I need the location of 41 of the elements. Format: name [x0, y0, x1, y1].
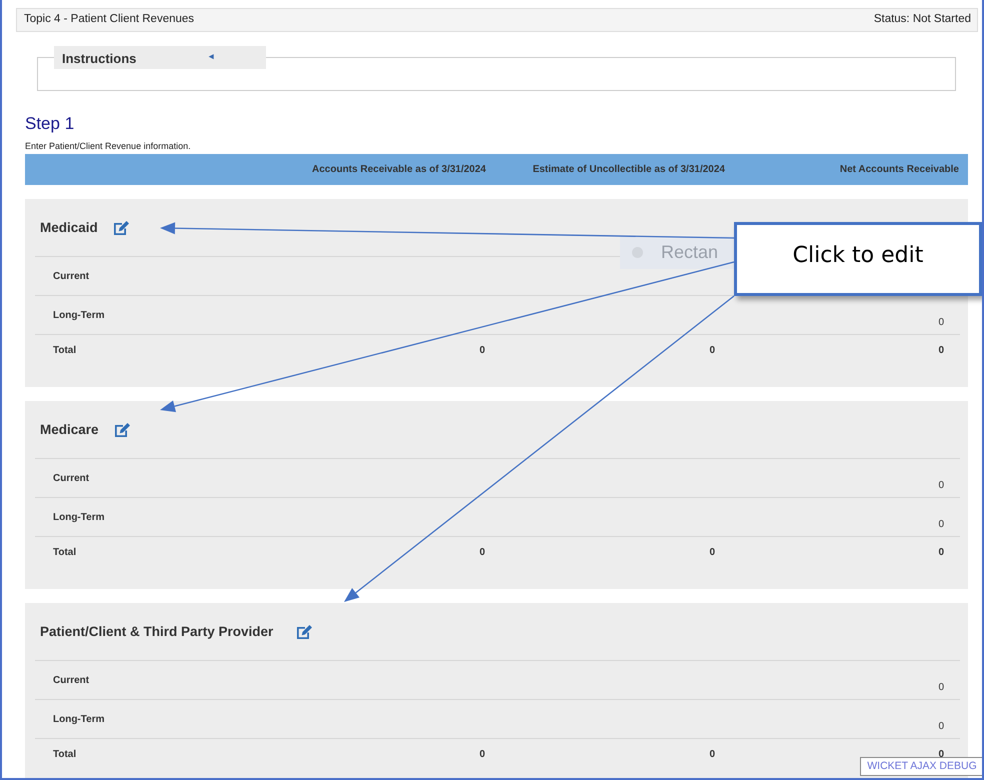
value-cell: 0	[938, 519, 944, 530]
section-title: Medicare	[40, 420, 99, 439]
tooltip-text: Rectan	[661, 241, 718, 264]
row-label: Current	[52, 472, 90, 486]
value-cell: 0	[938, 480, 944, 492]
value-cell: 0	[938, 317, 944, 328]
row-label: Total	[52, 546, 78, 560]
column-header: Estimate of Uncollectible as of 3/31/2024	[532, 163, 725, 178]
row-label: Total	[52, 344, 78, 358]
row-label: Long-Term	[52, 309, 106, 324]
edit-icon[interactable]	[112, 422, 131, 438]
status-text: Status: Not Started	[874, 12, 971, 27]
value-cell: 0	[938, 345, 944, 356]
callout-box: Click to edit	[734, 222, 982, 296]
edit-icon[interactable]	[295, 624, 314, 640]
column-header: Accounts Receivable as of 3/31/2024	[311, 163, 486, 178]
edit-icon[interactable]	[112, 220, 130, 236]
page-title: Topic 4 - Patient Client Revenues	[24, 12, 194, 27]
row-label: Total	[52, 748, 78, 762]
value-cell: 0	[709, 547, 715, 558]
row-label: Current	[52, 270, 90, 284]
row-label: Long-Term	[52, 713, 106, 728]
value-cell: 0	[938, 682, 944, 694]
step-description: Enter Patient/Client Revenue information.	[25, 140, 192, 153]
column-header: Net Accounts Receivable	[838, 163, 959, 178]
row-label: Long-Term	[52, 511, 106, 526]
value-cell: 0	[479, 749, 485, 760]
value-cell: 0	[938, 547, 944, 558]
row-label: Current	[52, 674, 90, 688]
instructions-header[interactable]: Instructions ◂	[54, 46, 266, 70]
collapse-toggle-icon[interactable]: ◂	[209, 50, 214, 64]
value-cell: 0	[709, 749, 715, 760]
value-cell: 0	[479, 345, 485, 356]
instructions-title: Instructions	[62, 51, 136, 66]
step-heading: Step 1	[25, 113, 76, 136]
value-cell: 0	[938, 721, 944, 732]
value-cell: 0	[709, 345, 715, 356]
debug-button[interactable]: WICKET AJAX DEBUG	[860, 757, 982, 776]
value-cell: 0	[479, 547, 485, 558]
section-title: Patient/Client & Third Party Provider	[40, 622, 274, 641]
section-title: Medicaid	[40, 218, 98, 237]
